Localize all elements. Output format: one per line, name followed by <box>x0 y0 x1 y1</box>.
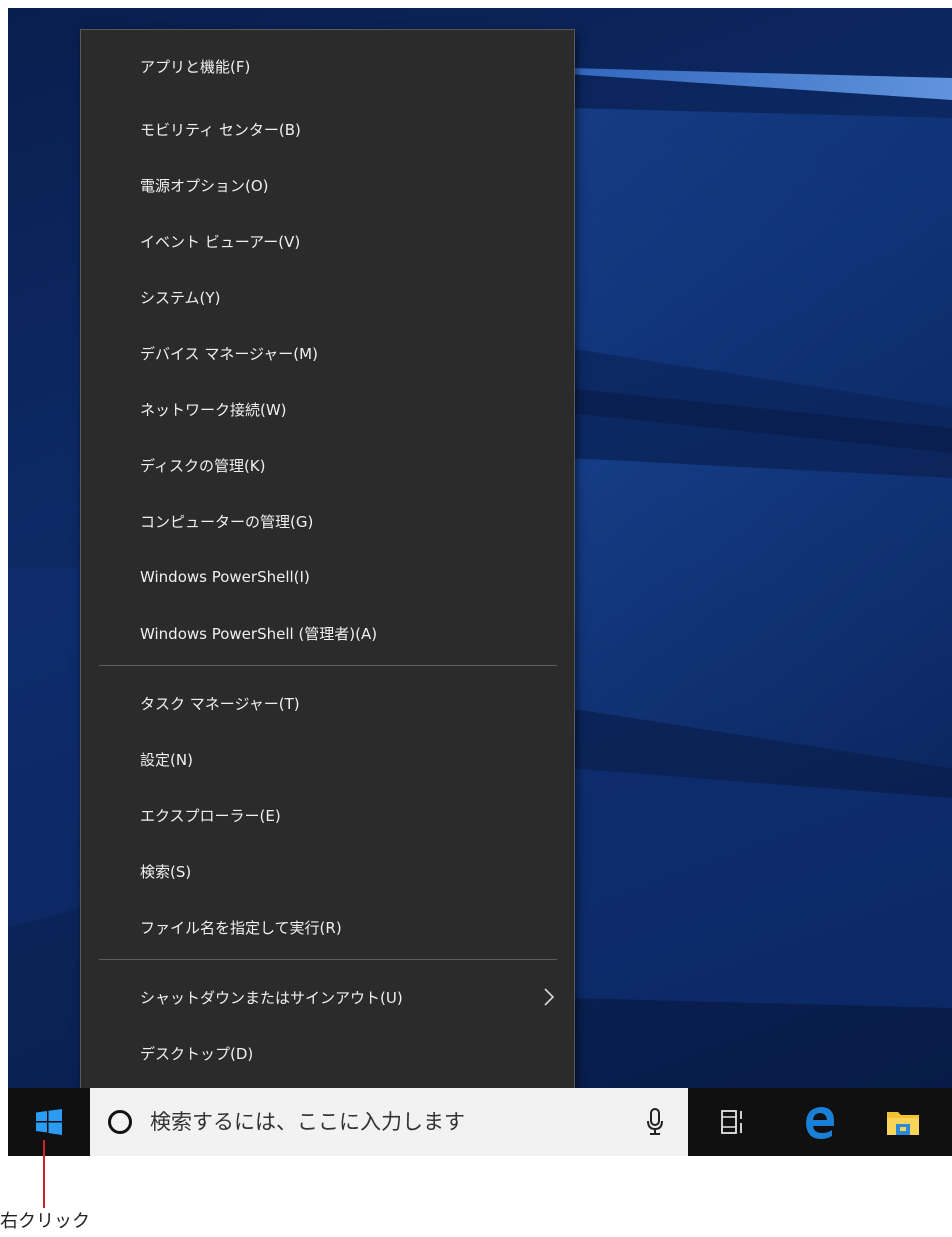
menu-item-label: ディスクの管理(K) <box>140 456 266 475</box>
menu-item-label: 設定(N) <box>140 750 193 769</box>
taskbar: 検索するには、ここに入力します <box>8 1088 952 1156</box>
menu-item-label: ネットワーク接続(W) <box>140 400 287 419</box>
menu-item-mobility-center[interactable]: モビリティ センター(B) <box>81 103 574 155</box>
menu-item-computer-management[interactable]: コンピューターの管理(G) <box>81 495 574 547</box>
menu-item-powershell[interactable]: Windows PowerShell(I) <box>81 551 574 603</box>
desktop-screen: アプリと機能(F) モビリティ センター(B) 電源オプション(O) イベント … <box>8 8 952 1156</box>
menu-item-shutdown-signout[interactable]: シャットダウンまたはサインアウト(U) <box>81 971 574 1023</box>
menu-item-label: エクスプローラー(E) <box>140 806 281 825</box>
menu-item-run[interactable]: ファイル名を指定して実行(R) <box>81 901 574 953</box>
menu-item-label: デバイス マネージャー(M) <box>140 344 318 363</box>
menu-item-explorer[interactable]: エクスプローラー(E) <box>81 789 574 841</box>
menu-item-label: イベント ビューアー(V) <box>140 232 301 251</box>
menu-item-label: デスクトップ(D) <box>140 1044 254 1063</box>
menu-item-disk-management[interactable]: ディスクの管理(K) <box>81 439 574 491</box>
menu-item-label: コンピューターの管理(G) <box>140 512 314 531</box>
callout-label: 右クリック <box>0 1211 90 1232</box>
menu-item-system[interactable]: システム(Y) <box>81 271 574 323</box>
search-circle-icon <box>108 1110 132 1134</box>
start-button[interactable] <box>8 1088 90 1156</box>
menu-item-label: Windows PowerShell(I) <box>140 568 310 586</box>
menu-item-label: 電源オプション(O) <box>140 176 269 195</box>
menu-item-event-viewer[interactable]: イベント ビューアー(V) <box>81 215 574 267</box>
menu-item-label: シャットダウンまたはサインアウト(U) <box>140 988 403 1007</box>
menu-item-task-manager[interactable]: タスク マネージャー(T) <box>81 677 574 729</box>
edge-icon[interactable] <box>800 1102 840 1142</box>
chevron-right-icon <box>544 988 555 1006</box>
menu-item-apps-features[interactable]: アプリと機能(F) <box>81 40 574 92</box>
menu-separator <box>99 665 557 666</box>
menu-item-label: ファイル名を指定して実行(R) <box>140 918 342 937</box>
file-explorer-icon[interactable] <box>883 1102 923 1142</box>
menu-item-device-manager[interactable]: デバイス マネージャー(M) <box>81 327 574 379</box>
menu-item-network-connections[interactable]: ネットワーク接続(W) <box>81 383 574 435</box>
menu-item-search[interactable]: 検索(S) <box>81 845 574 897</box>
menu-item-powershell-admin[interactable]: Windows PowerShell (管理者)(A) <box>81 607 574 659</box>
menu-item-label: タスク マネージャー(T) <box>140 694 300 713</box>
callout-line <box>43 1140 45 1208</box>
menu-item-label: モビリティ センター(B) <box>140 120 301 139</box>
menu-item-label: 検索(S) <box>140 862 192 881</box>
microphone-icon[interactable] <box>646 1108 664 1136</box>
menu-item-label: システム(Y) <box>140 288 221 307</box>
menu-item-power-options[interactable]: 電源オプション(O) <box>81 159 574 211</box>
menu-item-label: アプリと機能(F) <box>140 57 251 76</box>
search-placeholder: 検索するには、ここに入力します <box>150 1110 465 1134</box>
task-view-icon[interactable] <box>714 1102 754 1142</box>
winx-context-menu: アプリと機能(F) モビリティ センター(B) 電源オプション(O) イベント … <box>80 29 575 1094</box>
windows-start-icon <box>36 1109 62 1135</box>
menu-item-desktop[interactable]: デスクトップ(D) <box>81 1027 574 1079</box>
menu-separator <box>99 959 557 960</box>
menu-item-label: Windows PowerShell (管理者)(A) <box>140 624 378 643</box>
taskbar-search-box[interactable]: 検索するには、ここに入力します <box>90 1088 688 1156</box>
menu-item-settings[interactable]: 設定(N) <box>81 733 574 785</box>
